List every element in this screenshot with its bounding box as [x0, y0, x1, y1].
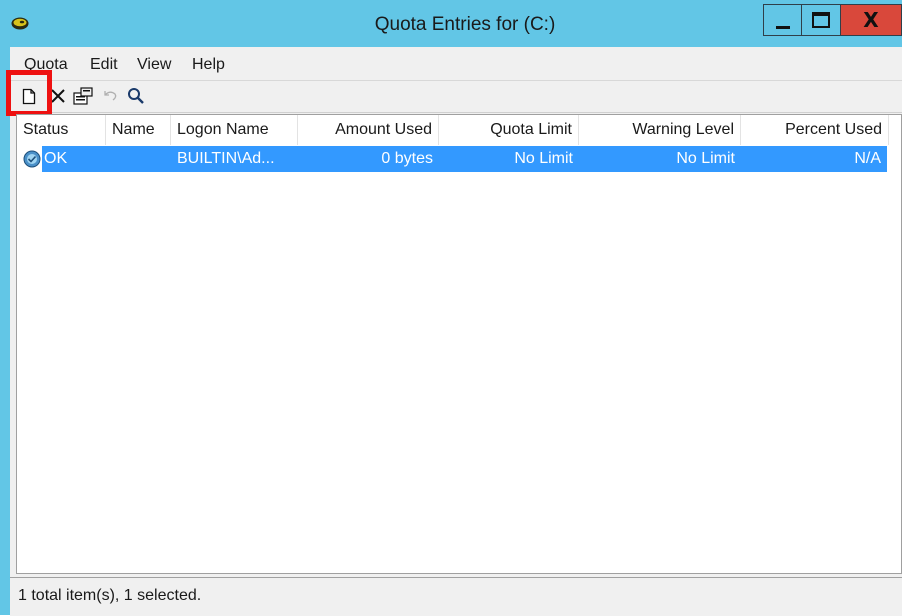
maximize-icon	[812, 12, 830, 28]
column-header-row: Status Name Logon Name Amount Used Quota…	[17, 115, 901, 145]
minimize-button[interactable]	[763, 4, 801, 36]
column-header-name[interactable]: Name	[106, 115, 171, 145]
undo-button[interactable]	[100, 86, 120, 106]
cell-warning-level: No Limit	[676, 150, 735, 167]
close-button[interactable]: X	[841, 4, 902, 36]
menu-edit[interactable]: Edit	[90, 56, 118, 74]
minimize-icon	[775, 25, 790, 29]
cell-amount-used: 0 bytes	[381, 150, 433, 167]
properties-button[interactable]	[73, 86, 93, 106]
cell-logon-name: BUILTIN\Ad...	[177, 150, 275, 167]
toolbar	[10, 81, 902, 113]
menu-bar: Quota Edit View Help	[10, 47, 902, 81]
column-header-status[interactable]: Status	[17, 115, 106, 145]
status-bar: 1 total item(s), 1 selected.	[10, 577, 902, 616]
delete-icon	[51, 89, 65, 103]
column-header-amount-used[interactable]: Amount Used	[298, 115, 439, 145]
properties-icon	[73, 87, 93, 105]
undo-icon	[104, 91, 117, 101]
window-title: Quota Entries for (C:)	[374, 14, 556, 35]
cell-percent-used: N/A	[854, 150, 881, 167]
quota-entries-window: Quota Entries for (C:) X Quota Edit View…	[0, 0, 902, 616]
title-bar[interactable]: Quota Entries for (C:) X	[0, 0, 902, 47]
column-header-logon-name[interactable]: Logon Name	[171, 115, 298, 145]
menu-view[interactable]: View	[137, 56, 171, 74]
cell-name	[106, 146, 171, 172]
cell-status: OK	[44, 150, 68, 167]
column-header-warning-level[interactable]: Warning Level	[579, 115, 741, 145]
disk-quota-app-icon	[11, 17, 29, 30]
menu-help[interactable]: Help	[192, 56, 225, 74]
close-icon: X	[863, 8, 879, 32]
find-icon	[128, 88, 144, 104]
maximize-button[interactable]	[801, 4, 841, 36]
highlight-annotation-box	[6, 70, 52, 116]
cell-quota-limit: No Limit	[514, 150, 573, 167]
status-bar-text: 1 total item(s), 1 selected.	[18, 587, 202, 604]
client-area: Quota Edit View Help Status Name Logon N…	[6, 47, 902, 616]
find-quota-entry-button[interactable]	[126, 86, 146, 106]
table-row[interactable]: OK BUILTIN\Ad... 0 bytes No Limit No Lim…	[17, 146, 887, 172]
quota-entries-list[interactable]: Status Name Logon Name Amount Used Quota…	[16, 114, 902, 574]
column-header-quota-limit[interactable]: Quota Limit	[439, 115, 579, 145]
column-header-percent-used[interactable]: Percent Used	[741, 115, 889, 145]
